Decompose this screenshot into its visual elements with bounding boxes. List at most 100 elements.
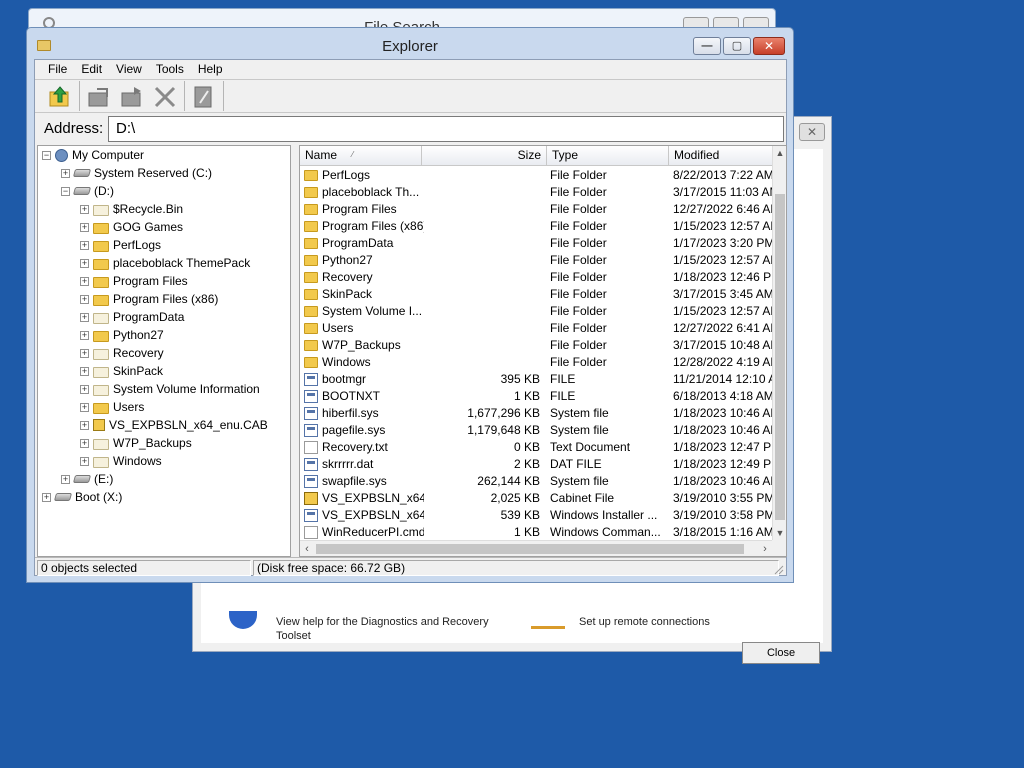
tree-node-folder[interactable]: + VS_EXPBSLN_x64_enu.CAB bbox=[80, 416, 268, 434]
file-row[interactable]: BOOTNXT 1 KB FILE 6/18/2013 4:18 AM bbox=[300, 388, 774, 405]
scroll-right-icon[interactable]: › bbox=[758, 541, 772, 556]
scroll-up-icon[interactable]: ▲ bbox=[773, 146, 786, 160]
expand-icon[interactable]: + bbox=[80, 402, 89, 412]
expand-icon[interactable]: + bbox=[80, 258, 89, 268]
address-label: Address: bbox=[44, 120, 104, 137]
expand-icon[interactable]: + bbox=[80, 384, 89, 394]
tree-node-folder[interactable]: + GOG Games bbox=[80, 218, 183, 236]
file-row[interactable]: Recovery File Folder 1/18/2023 12:46 PM bbox=[300, 269, 781, 286]
vertical-scroll-thumb[interactable] bbox=[775, 194, 785, 520]
expand-icon[interactable]: + bbox=[42, 492, 51, 502]
expand-icon[interactable]: + bbox=[80, 276, 89, 286]
tree-node-my-computer[interactable]: − My Computer bbox=[42, 146, 144, 164]
expand-icon[interactable]: + bbox=[80, 456, 89, 466]
file-row[interactable]: SkinPack File Folder 3/17/2015 3:45 AM bbox=[300, 286, 774, 303]
title-bar[interactable]: Explorer — ▢ ✕ bbox=[27, 28, 793, 60]
file-row[interactable]: W7P_Backups File Folder 3/17/2015 10:48 AM bbox=[300, 337, 780, 354]
file-row[interactable]: Program Files File Folder 12/27/2022 6:46 … bbox=[300, 201, 780, 218]
menu-tools[interactable]: Tools bbox=[149, 60, 191, 78]
rename-button[interactable] bbox=[189, 82, 219, 110]
expand-icon[interactable]: + bbox=[80, 330, 89, 340]
tree-node-folder[interactable]: + PerfLogs bbox=[80, 236, 161, 254]
file-row[interactable]: pagefile.sys 1,179,648 KB System file 1/18/… bbox=[300, 422, 780, 439]
tree-node-folder[interactable]: + W7P_Backups bbox=[80, 434, 192, 452]
resize-grip-icon[interactable] bbox=[772, 563, 784, 575]
tree-node-folder[interactable]: + ProgramData bbox=[80, 308, 184, 326]
file-row[interactable]: swapfile.sys 262,144 KB System file 1/18/20… bbox=[300, 473, 780, 490]
file-row[interactable]: Recovery.txt 0 KB Text Document 1/18/2023 1… bbox=[300, 439, 781, 456]
tree-node-folder[interactable]: + Windows bbox=[80, 452, 162, 470]
expand-icon[interactable]: + bbox=[61, 168, 70, 178]
column-header-size[interactable]: Size bbox=[422, 146, 547, 166]
delete-button[interactable] bbox=[150, 82, 180, 110]
file-row[interactable]: System Volume I... File Folder 1/15/2023 1… bbox=[300, 303, 780, 320]
file-row[interactable]: Users File Folder 12/27/2022 6:41 AM bbox=[300, 320, 780, 337]
recovery-help-link[interactable]: View help for the Diagnostics and Recove… bbox=[276, 615, 506, 643]
recovery-close-button[interactable]: Close bbox=[742, 642, 820, 664]
tree-node-drive-e[interactable]: + (E:) bbox=[61, 470, 113, 488]
tree-node-folder[interactable]: + Users bbox=[80, 398, 144, 416]
maximize-button[interactable]: ▢ bbox=[723, 37, 751, 55]
file-row[interactable]: PerfLogs File Folder 8/22/2013 7:22 AM bbox=[300, 167, 774, 184]
remote-connections-link[interactable]: Set up remote connections bbox=[579, 615, 710, 629]
tree-node-drive-d[interactable]: − (D:) bbox=[61, 182, 114, 200]
vertical-scrollbar[interactable]: ▲ ▼ bbox=[772, 146, 786, 540]
copy-folder-button[interactable] bbox=[84, 82, 114, 110]
column-header-name[interactable]: Name ⁄ bbox=[300, 146, 422, 166]
tree-node-folder[interactable]: + Program Files bbox=[80, 272, 188, 290]
file-row[interactable]: skrrrrr.dat 2 KB DAT FILE 1/18/2023 12:49 P… bbox=[300, 456, 781, 473]
file-row[interactable]: hiberfil.sys 1,677,296 KB System file 1/18/… bbox=[300, 405, 780, 422]
minimize-button[interactable]: — bbox=[693, 37, 721, 55]
cabinet-file-icon bbox=[93, 419, 105, 431]
file-name-cell: SkinPack bbox=[304, 286, 424, 303]
expand-icon[interactable]: + bbox=[80, 366, 89, 376]
close-button[interactable]: ✕ bbox=[753, 37, 785, 55]
menu-file[interactable]: File bbox=[41, 60, 74, 78]
scroll-left-icon[interactable]: ‹ bbox=[300, 541, 314, 556]
expand-icon[interactable]: + bbox=[80, 222, 89, 232]
file-row[interactable]: Program Files (x86) File Folder 1/15/2023 … bbox=[300, 218, 780, 235]
address-input[interactable]: D:\ bbox=[108, 116, 784, 142]
expand-icon[interactable]: + bbox=[80, 348, 89, 358]
horizontal-scrollbar[interactable]: ‹ › bbox=[300, 540, 772, 556]
column-header-modified[interactable]: Modified bbox=[669, 146, 774, 166]
expand-icon[interactable]: + bbox=[80, 294, 89, 304]
tree-node-folder[interactable]: + SkinPack bbox=[80, 362, 163, 380]
expand-icon[interactable]: + bbox=[80, 240, 89, 250]
file-row[interactable]: placeboblack Th... File Folder 3/17/2015 1… bbox=[300, 184, 780, 201]
tree-node-folder[interactable]: + placeboblack ThemePack bbox=[80, 254, 250, 272]
expand-icon[interactable]: + bbox=[61, 474, 70, 484]
tree-node-folder[interactable]: + $Recycle.Bin bbox=[80, 200, 183, 218]
expand-icon[interactable]: + bbox=[80, 420, 89, 430]
collapse-icon[interactable]: − bbox=[42, 150, 51, 160]
menu-edit[interactable]: Edit bbox=[74, 60, 109, 78]
file-row[interactable]: bootmgr 395 KB FILE 11/21/2014 12:10 AM bbox=[300, 371, 781, 388]
file-row[interactable]: VS_EXPBSLN_x64... 2,025 KB Cabinet File 3/1… bbox=[300, 490, 774, 507]
menu-help[interactable]: Help bbox=[191, 60, 230, 78]
menu-view[interactable]: View bbox=[109, 60, 149, 78]
up-folder-button[interactable] bbox=[45, 82, 75, 110]
scroll-down-icon[interactable]: ▼ bbox=[773, 526, 786, 540]
folder-icon bbox=[304, 357, 318, 368]
tree-node-folder[interactable]: + Python27 bbox=[80, 326, 164, 344]
file-row[interactable]: WinReducerPI.cmd 1 KB Windows Comman... 3/1… bbox=[300, 524, 774, 541]
move-folder-button[interactable] bbox=[117, 82, 147, 110]
tree-node-drive-x[interactable]: + Boot (X:) bbox=[42, 488, 122, 506]
file-row[interactable]: Python27 File Folder 1/15/2023 12:57 AM bbox=[300, 252, 780, 269]
tree-node-folder[interactable]: + Program Files (x86) bbox=[80, 290, 218, 308]
horizontal-scroll-thumb[interactable] bbox=[316, 544, 744, 554]
column-header-type[interactable]: Type bbox=[547, 146, 669, 166]
file-row[interactable]: VS_EXPBSLN_x64... 539 KB Windows Installer… bbox=[300, 507, 774, 524]
file-row[interactable]: Windows File Folder 12/28/2022 4:19 AM bbox=[300, 354, 780, 371]
expand-icon[interactable]: + bbox=[80, 204, 89, 214]
recovery-close-x-button[interactable]: ✕ bbox=[799, 123, 825, 141]
tree-node-folder[interactable]: + System Volume Information bbox=[80, 380, 260, 398]
file-row[interactable]: ProgramData File Folder 1/17/2023 3:20 PM bbox=[300, 235, 774, 252]
explorer-client: File Edit View Tools Help Address: D:\ −… bbox=[34, 59, 787, 576]
expand-icon[interactable]: + bbox=[80, 438, 89, 448]
expand-icon[interactable]: + bbox=[80, 312, 89, 322]
collapse-icon[interactable]: − bbox=[61, 186, 70, 196]
tree-node-folder[interactable]: + Recovery bbox=[80, 344, 164, 362]
file-name-cell: skrrrrr.dat bbox=[304, 456, 424, 473]
tree-node-drive-c[interactable]: + System Reserved (C:) bbox=[61, 164, 212, 182]
